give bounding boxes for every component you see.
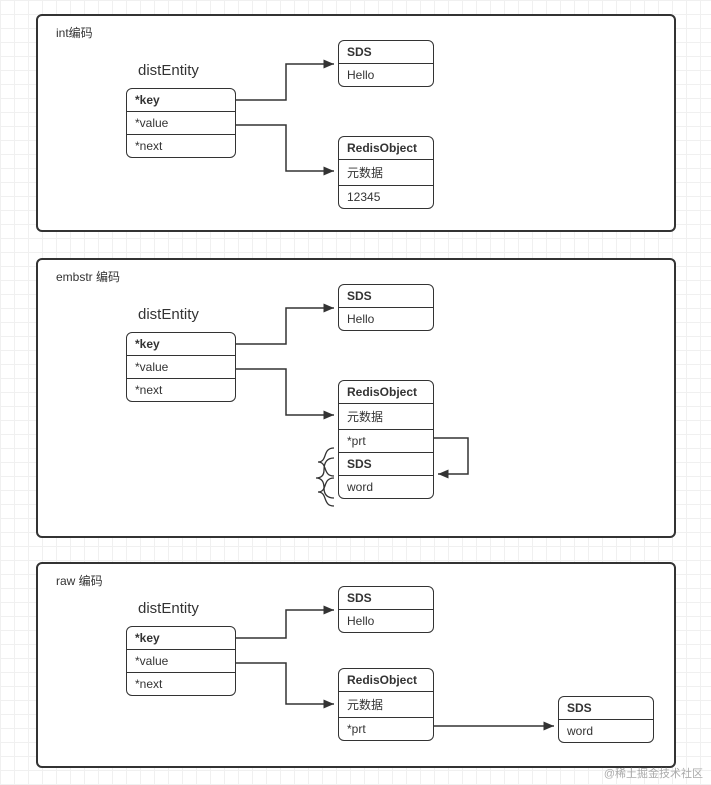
panel-int: int编码 distEntity *key *value *next SDS H… xyxy=(36,14,676,232)
sds-value: Hello xyxy=(339,610,433,632)
word-row: word xyxy=(559,720,653,742)
panel-title: raw 编码 xyxy=(56,572,103,589)
redis-object-table: RedisObject 元数据 *prt SDS word xyxy=(338,380,434,499)
dist-entity-label: distEntity xyxy=(138,62,199,79)
sds-word-table: SDS word xyxy=(558,696,654,743)
panel-title: int编码 xyxy=(56,24,93,41)
next-row: *next xyxy=(127,135,235,157)
value-row: *value xyxy=(127,356,235,379)
num-row: 12345 xyxy=(339,186,433,208)
dist-entity-table: *key *value *next xyxy=(126,332,236,402)
sds-value: Hello xyxy=(339,64,433,86)
value-row: *value xyxy=(127,112,235,135)
key-row: *key xyxy=(127,333,235,356)
value-row: *value xyxy=(127,650,235,673)
meta-row: 元数据 xyxy=(339,160,433,186)
sds-table: SDS Hello xyxy=(338,284,434,331)
sds-header-inner: SDS xyxy=(339,453,433,476)
meta-row: 元数据 xyxy=(339,404,433,430)
sds-header: SDS xyxy=(339,41,433,64)
sds-header: SDS xyxy=(339,587,433,610)
sds-value: Hello xyxy=(339,308,433,330)
key-row: *key xyxy=(127,627,235,650)
dist-entity-table: *key *value *next xyxy=(126,626,236,696)
prt-row: *prt xyxy=(339,430,433,453)
prt-row: *prt xyxy=(339,718,433,740)
sds-header: SDS xyxy=(559,697,653,720)
panel-raw: raw 编码 distEntity *key *value *next SDS … xyxy=(36,562,676,768)
redis-object-table: RedisObject 元数据 12345 xyxy=(338,136,434,209)
dist-entity-table: *key *value *next xyxy=(126,88,236,158)
meta-row: 元数据 xyxy=(339,692,433,718)
redis-object-header: RedisObject xyxy=(339,137,433,160)
panel-title: embstr 编码 xyxy=(56,268,120,285)
sds-table: SDS Hello xyxy=(338,40,434,87)
panel-embstr: embstr 编码 distEntity *key *value *next S… xyxy=(36,258,676,538)
word-row: word xyxy=(339,476,433,498)
sds-header: SDS xyxy=(339,285,433,308)
next-row: *next xyxy=(127,379,235,401)
redis-object-header: RedisObject xyxy=(339,669,433,692)
key-row: *key xyxy=(127,89,235,112)
watermark: @稀土掘金技术社区 xyxy=(604,765,703,781)
dist-entity-label: distEntity xyxy=(138,306,199,323)
redis-object-table: RedisObject 元数据 *prt xyxy=(338,668,434,741)
redis-object-header: RedisObject xyxy=(339,381,433,404)
dist-entity-label: distEntity xyxy=(138,600,199,617)
sds-table: SDS Hello xyxy=(338,586,434,633)
next-row: *next xyxy=(127,673,235,695)
